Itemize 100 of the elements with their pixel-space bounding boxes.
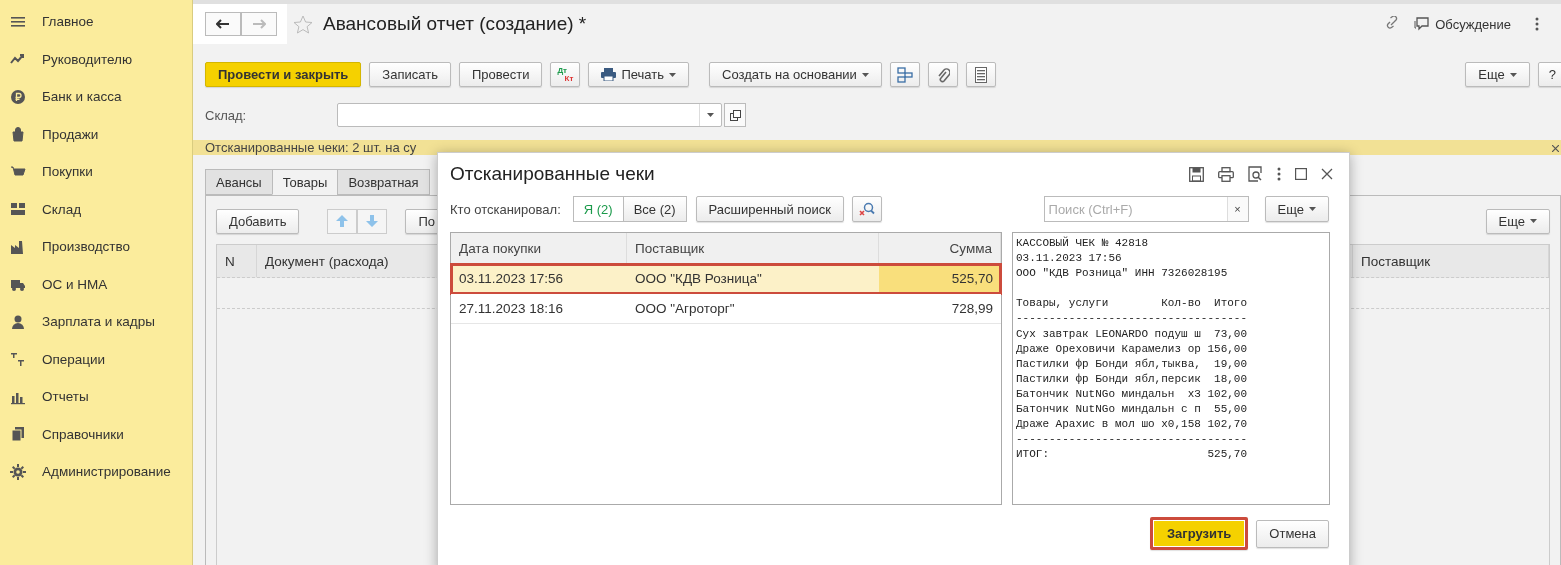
advanced-search-button[interactable]: Расширенный поиск [695,196,844,222]
debit-credit-icon [10,351,26,368]
sidebar-item[interactable]: Производство [0,228,192,266]
arrow-down-icon [366,215,379,227]
open-button[interactable] [724,103,746,127]
settings-icon [10,463,26,480]
more-button[interactable]: Еще [1264,196,1329,222]
receipt-line: Сух завтрак LEONARDO подуш ш 73,00 [1016,326,1249,342]
table-cell-text: ООО "Агроторг" [634,300,736,318]
printer-icon [601,68,617,81]
open-icon [729,109,741,121]
person-icon [10,313,26,330]
caret-icon [1309,207,1316,211]
receipt-line: Пастилки фр Бонди ябл,тыква, 19,00 [1016,356,1249,372]
structure-button[interactable] [889,62,920,87]
filter-toggle[interactable]: Все (2) [622,196,687,222]
toolbar-button[interactable]: Провести [458,62,543,87]
clear-search-button[interactable] [852,196,882,222]
receipt-line: Драже Арахис в мол шо x0,158 102,70 [1016,417,1249,433]
caret-icon [669,72,676,77]
chat-icon [1414,17,1430,31]
list-button[interactable] [965,62,996,87]
help-button[interactable]: ? [1537,62,1561,87]
more-icon[interactable] [1277,167,1281,181]
sidebar-item[interactable]: Администрирование [0,453,192,491]
star-icon[interactable] [293,14,313,34]
bag-icon [10,126,26,143]
sidebar-item[interactable]: Операции [0,340,192,378]
arrow-right-icon [252,19,266,29]
sidebar-item[interactable]: Продажи [0,115,192,153]
field-label: Склад: [205,107,248,123]
more-button[interactable]: Еще [1465,62,1530,87]
column-header: Поставщик [1353,245,1549,277]
table-cell-text: 27.11.2023 18:16 [458,300,565,318]
receipt-row[interactable]: 27.11.2023 18:16 ООО "Агроторг" 728,99 [451,294,1001,324]
search-clear-icon [859,201,875,217]
warehouse-field[interactable] [337,103,722,127]
debit-credit-button[interactable]: Дт Кт [550,62,581,87]
structure-icon [896,66,913,83]
sidebar-item[interactable]: Главное [0,3,192,41]
sidebar-item[interactable]: Покупки [0,153,192,191]
load-button[interactable]: Загрузить [1149,517,1249,550]
notification-text: Отсканированные чеки: 2 шт. на су [205,140,417,155]
search-field[interactable]: Поиск (Ctrl+F) × [1043,196,1249,222]
clear-button[interactable]: × [1226,197,1248,221]
discussion-button[interactable]: Обсуждение [1406,16,1519,32]
save-icon[interactable] [1189,166,1204,182]
receipt-line: 03.11.2023 17:56 [1016,251,1123,267]
list-icon [974,66,987,83]
close-icon[interactable] [1321,168,1333,180]
receipt-line: ----------------------------------- [1016,432,1249,448]
more-button[interactable]: Еще [1485,208,1550,234]
receipt-line: Батончик NutNGo миндальн с п 55,00 [1016,402,1249,418]
add-button[interactable]: Добавить [216,208,300,234]
arrow-left-icon [216,19,230,29]
tab[interactable]: Возвратная [337,169,430,195]
sidebar-item[interactable]: Склад [0,190,192,228]
printer-icon[interactable] [1218,166,1234,182]
ruble-icon [10,88,26,105]
print-button[interactable]: Печать [588,62,689,87]
receipt-line: Батончик NutNGo миндальн x3 102,00 [1016,386,1249,402]
receipt-line: Драже Ореховичи Карамелиз ор 156,00 [1016,341,1249,357]
preview-icon[interactable] [1248,166,1263,182]
column-header: N [217,245,257,277]
receipt-line: ----------------------------------- [1016,311,1249,327]
dialog-title: Отсканированные чеки [450,163,656,185]
caret-icon [707,113,714,117]
post-and-close-button[interactable]: Провести и закрыть [205,62,362,87]
arrow-up-icon [336,215,349,227]
caret-icon [861,72,869,77]
paperclip-icon [935,66,950,83]
attach-button[interactable] [927,62,958,87]
receipt-line: ИТОГ: 525,70 [1016,447,1249,463]
tab[interactable]: Товары [271,169,339,195]
table-cell: 525,70 [879,264,1001,293]
filter-toggle[interactable]: Я (2) [572,196,624,222]
cancel-button[interactable]: Отмена [1256,519,1329,548]
sidebar-item[interactable]: ОС и НМА [0,265,192,303]
sidebar-item[interactable]: Банк и касса [0,78,192,116]
receipt-row[interactable]: 03.11.2023 17:56 ООО "КДВ Розница" 525,70 [451,264,1001,294]
toolbar-button[interactable]: Записать [369,62,451,87]
back-button[interactable] [205,12,241,36]
sidebar-item[interactable]: Справочники [0,415,192,453]
books-icon [10,426,26,443]
tab[interactable]: Авансы [205,169,273,195]
receipt-line: Пастилки фр Бонди ябл,персик 18,00 [1016,371,1249,387]
maximize-icon[interactable] [1295,168,1307,180]
sidebar-item[interactable]: Отчеты [0,378,192,416]
sidebar-item[interactable]: Зарплата и кадры [0,303,192,341]
receipt-line: Товары, услуги Кол-во Итого [1016,296,1249,312]
filter-label: Кто отсканировал: [450,201,561,217]
grid-icon [10,201,26,218]
caret-icon [1530,219,1537,223]
caret-icon [1509,72,1517,77]
create-based-on-button[interactable]: Создать на основании [709,62,882,87]
document-title: Авансовый отчет (создание) * [323,13,587,35]
more-icon[interactable] [1535,17,1539,31]
sidebar-item[interactable]: Руководителю [0,40,192,78]
factory-icon [10,238,26,255]
table-cell-text: 728,99 [950,300,994,318]
